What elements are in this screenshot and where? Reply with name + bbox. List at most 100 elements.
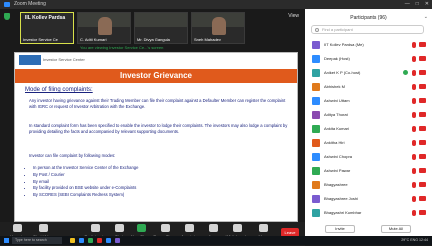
participant-name: Ankitha Hiri: [324, 140, 345, 145]
participant-row[interactable]: Deepak (Host): [305, 52, 432, 66]
mic-muted-icon: [412, 210, 416, 216]
whiteboard-icon: [232, 224, 242, 232]
video-off-icon: [419, 210, 426, 215]
complaint-modes-list: In person at the Investor Service Center…: [29, 165, 138, 199]
participant-name: Ashwini Uttam: [324, 98, 350, 103]
participants-panel: Participants (96) ⌄ Find a participant I…: [305, 9, 432, 236]
avatar: [312, 167, 320, 175]
search-placeholder: Find a participant: [322, 27, 353, 32]
shared-slide: Investor Service Center Investor Grievan…: [14, 52, 298, 222]
invite-label: Invite: [335, 226, 345, 231]
maximize-button[interactable]: □: [416, 0, 419, 9]
avatar: [312, 181, 320, 189]
participant-row[interactable]: Aditya Thorat: [305, 108, 432, 122]
slide-paragraph: In standard complaint form has been spec…: [29, 123, 288, 134]
participant-row[interactable]: Ankitha Hiri: [305, 136, 432, 150]
video-off-icon: [419, 42, 426, 47]
panel-title: Participants (96): [350, 15, 387, 21]
participant-name: Ashwini Pawar: [324, 168, 351, 173]
zoom-app-icon: [4, 2, 10, 7]
mic-icon: [12, 224, 22, 232]
participant-row[interactable]: Ashwini Pawar: [305, 164, 432, 178]
mute-all-label: Mute All: [388, 226, 404, 231]
mic-muted-icon: [412, 70, 416, 76]
taskbar-app-icon[interactable]: [97, 238, 102, 243]
video-thumbnail[interactable]: Sneh Mahadev: [191, 12, 245, 44]
participant-name: Bhagyashree: [324, 182, 348, 187]
taskbar-search-placeholder: Type here to search: [15, 238, 47, 242]
exchange-logo: [19, 55, 41, 65]
mic-muted-icon: [412, 154, 416, 160]
mic-muted-icon: [412, 182, 416, 188]
participant-name: Deepak (Host): [324, 56, 350, 61]
video-off-icon: [419, 140, 426, 145]
minimize-button[interactable]: —: [405, 0, 410, 9]
mic-muted-icon: [412, 196, 416, 202]
video-thumbnail[interactable]: Mr. Divya Gangula: [134, 12, 188, 44]
avatar: [312, 195, 320, 203]
participant-search-input[interactable]: Find a participant: [311, 25, 424, 34]
video-thumbnail[interactable]: C. Aditi Kumari: [77, 12, 131, 44]
raised-hand-icon: [403, 70, 408, 75]
avatar: [312, 153, 320, 161]
participant-row[interactable]: Bhagyashree: [305, 178, 432, 192]
video-icon: [38, 224, 48, 232]
mic-muted-icon: [412, 98, 416, 104]
security-shield-icon[interactable]: [4, 13, 10, 20]
participant-row[interactable]: IIT Kollev Pardsa (Me): [305, 38, 432, 52]
taskbar-app-icon[interactable]: [79, 238, 84, 243]
avatar: [312, 111, 320, 119]
mic-muted-icon: [412, 56, 416, 62]
search-icon: [315, 28, 319, 32]
taskbar-app-icon[interactable]: [70, 238, 75, 243]
view-button[interactable]: View: [288, 13, 299, 19]
video-off-icon: [419, 84, 426, 89]
video-thumbnail[interactable]: IIL Kollev Pardsa Investor Service Ce: [20, 12, 74, 44]
participant-name: Bhagyashri Kumbhar: [324, 210, 362, 215]
avatar: [312, 41, 320, 49]
taskbar-app-icon[interactable]: [106, 238, 111, 243]
taskbar-app-icon[interactable]: [115, 238, 120, 243]
system-tray: 29°C ENG 12:44: [401, 238, 428, 242]
participant-name: Mr. Divya Gangula: [137, 37, 170, 42]
video-off-icon: [419, 154, 426, 159]
slide-paragraph: Any investor having grievance against th…: [29, 98, 286, 109]
panel-options-icon[interactable]: ⌄: [424, 14, 428, 20]
taskbar-search-input[interactable]: Type here to search: [12, 237, 62, 244]
mic-muted-icon: [412, 140, 416, 146]
participant-row[interactable]: Ashwini Chopra: [305, 150, 432, 164]
title-bar: Zoom Meeting — □ ✕: [0, 0, 432, 9]
mic-muted-icon: [412, 112, 416, 118]
taskbar-app-icon[interactable]: [88, 238, 93, 243]
participant-video: [212, 17, 226, 35]
mute-all-button[interactable]: Mute All: [381, 225, 411, 233]
participant-row[interactable]: Aniket K P (Co-host): [305, 66, 432, 80]
chat-icon: [114, 224, 124, 232]
list-item: By facility provided on BSE website unde…: [33, 185, 138, 192]
os-taskbar: Type here to search 29°C ENG 12:44: [0, 236, 432, 245]
participant-row[interactable]: Bhagyashri Kumbhar: [305, 206, 432, 220]
close-button[interactable]: ✕: [425, 0, 429, 9]
list-item: In person at the Investor Service Center…: [33, 165, 138, 172]
taskbar-apps: [70, 238, 120, 243]
participant-row[interactable]: Bhagyashree Joshi: [305, 192, 432, 206]
avatar: [312, 209, 320, 217]
start-icon[interactable]: [4, 238, 9, 243]
video-off-icon: [419, 168, 426, 173]
participant-row[interactable]: Ankita Kumari: [305, 122, 432, 136]
video-thumbnail-strip: IIL Kollev Pardsa Investor Service Ce C.…: [20, 12, 245, 44]
mic-muted-icon: [412, 126, 416, 132]
video-off-icon: [419, 98, 426, 103]
slide-paragraph: Investor can file complaint by following…: [29, 153, 116, 158]
list-item: By SCORES (SEBI Complaints Redress Syste…: [33, 192, 138, 199]
panel-footer: Invite Mute All: [305, 225, 432, 235]
participant-name: Bhagyashree Joshi: [324, 196, 359, 201]
participant-row[interactable]: Abhishek M: [305, 80, 432, 94]
meeting-area: View IIL Kollev Pardsa Investor Service …: [0, 9, 305, 246]
screen-share-label: You are viewing Investor Service Ce...'s…: [80, 45, 164, 50]
participant-row[interactable]: Ashwini Uttam: [305, 94, 432, 108]
participant-name: C. Aditi Kumari: [80, 37, 107, 42]
invite-button[interactable]: Invite: [325, 225, 355, 233]
mic-muted-icon: [412, 168, 416, 174]
participants-icon: [90, 224, 100, 232]
